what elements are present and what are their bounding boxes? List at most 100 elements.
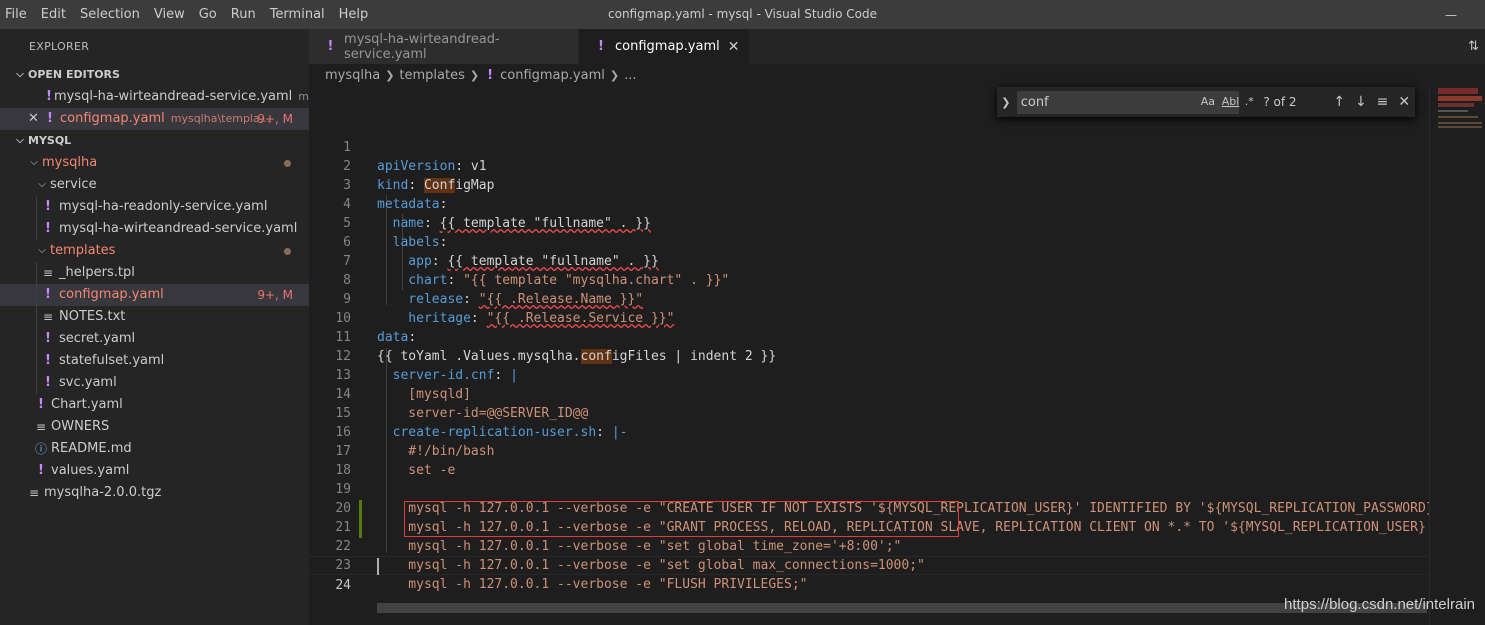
find-in-selection-icon[interactable]: ≡ <box>1372 94 1394 110</box>
file-label: svc.yaml <box>59 375 117 390</box>
menu-bar: File Edit Selection View Go Run Terminal… <box>0 0 375 29</box>
yaml-file-icon: ! <box>38 463 44 478</box>
chevron-right-icon[interactable]: ❯ <box>997 96 1015 109</box>
text-file-icon: ≡ <box>42 266 54 280</box>
yaml-file-icon: ! <box>45 331 51 346</box>
code-line: 16 #!/bin/bash <box>335 425 495 459</box>
title-bar: File Edit Selection View Go Run Terminal… <box>0 0 1485 29</box>
menu-terminal[interactable]: Terminal <box>263 0 332 29</box>
file-item[interactable]: ! secret.yaml <box>0 328 309 350</box>
minimize-icon[interactable]: — <box>1445 8 1459 22</box>
file-item-selected[interactable]: ! configmap.yaml 9+, M <box>0 284 309 306</box>
compare-changes-icon[interactable]: ⇅ <box>1468 39 1479 54</box>
code-line: 17 set -e <box>335 444 456 478</box>
file-item[interactable]: ≡ OWNERS <box>0 416 309 438</box>
file-item[interactable]: ≡ _helpers.tpl <box>0 262 309 284</box>
menu-view[interactable]: View <box>147 0 192 29</box>
horizontal-scrollbar[interactable] <box>377 603 1427 613</box>
modified-dot <box>284 248 291 255</box>
menu-run[interactable]: Run <box>224 0 263 29</box>
file-label: Chart.yaml <box>51 397 123 412</box>
code-line: 1 apiVersion: v1 <box>343 140 487 174</box>
code-line: 3 metadata: <box>343 178 448 212</box>
menu-help[interactable]: Help <box>332 0 376 29</box>
yaml-file-icon: ! <box>45 199 51 214</box>
breadcrumb-item[interactable]: configmap.yaml <box>500 68 605 83</box>
open-editor-item-active[interactable]: ✕ ! configmap.yaml mysqlha\templa... 9+,… <box>0 108 309 130</box>
folder-service[interactable]: ⌵ service <box>0 174 309 196</box>
code-line: 20 mysql -h 127.0.0.1 --verbose -e "GRAN… <box>335 501 1429 535</box>
file-label: OWNERS <box>51 419 110 434</box>
find-input[interactable]: conf Aa Abl .* <box>1016 90 1254 114</box>
file-item[interactable]: ! svc.yaml <box>0 372 309 394</box>
open-editor-item[interactable]: ! mysql-ha-wirteandread-service.yaml mys… <box>0 86 332 108</box>
file-item[interactable]: ≡ NOTES.txt <box>0 306 309 328</box>
whole-word-icon[interactable]: Abl <box>1222 95 1240 108</box>
text-file-icon: ≡ <box>28 486 40 500</box>
file-label: secret.yaml <box>59 331 136 346</box>
yaml-file-icon: ! <box>598 39 604 54</box>
chevron-right-icon: ❯ <box>385 68 395 82</box>
tab-wirteandread-service[interactable]: ! mysql-ha-wirteandread-service.yaml <box>309 29 579 64</box>
file-item[interactable]: ! mysql-ha-wirteandread-service.yaml <box>0 218 309 240</box>
regex-icon[interactable]: .* <box>1245 95 1254 108</box>
close-icon[interactable]: ✕ <box>28 108 42 130</box>
chevron-down-icon: ⌵ <box>16 69 24 80</box>
menu-edit[interactable]: Edit <box>34 0 73 29</box>
file-item[interactable]: ! Chart.yaml <box>0 394 309 416</box>
code-editor[interactable]: 1 apiVersion: v1 2 kind: ConfigMap 3 met… <box>309 86 1429 625</box>
tab-configmap[interactable]: ! configmap.yaml ✕ <box>579 29 751 64</box>
minimap[interactable] <box>1429 86 1485 625</box>
breadcrumb-item[interactable]: ... <box>624 68 636 83</box>
folder-label: templates <box>50 243 116 258</box>
file-item[interactable]: ! statefulset.yaml <box>0 350 309 372</box>
workspace-title: MYSQL <box>28 134 72 147</box>
close-icon[interactable]: ✕ <box>728 39 740 55</box>
file-label: README.md <box>51 441 132 456</box>
file-label: NOTES.txt <box>59 309 126 324</box>
arrow-up-icon[interactable]: ↑ <box>1328 94 1350 110</box>
file-item[interactable]: ⓘ README.md <box>0 438 309 460</box>
close-icon[interactable]: ✕ <box>1393 94 1415 110</box>
yaml-file-icon: ! <box>487 67 494 83</box>
arrow-down-icon[interactable]: ↓ <box>1350 94 1372 110</box>
folder-templates[interactable]: ⌵ templates <box>0 240 309 262</box>
problem-badge: 9+, M <box>257 288 293 302</box>
yaml-file-icon: ! <box>45 353 51 368</box>
open-editors-section[interactable]: ⌵ OPEN EDITORS <box>0 64 309 86</box>
workspace-section[interactable]: ⌵ MYSQL <box>0 130 309 152</box>
file-label: statefulset.yaml <box>59 353 165 368</box>
file-item[interactable]: ! values.yaml <box>0 460 309 482</box>
match-case-icon[interactable]: Aa <box>1201 95 1215 108</box>
code-line: 7 chart: "{{ template "mysqlha.chart" . … <box>343 254 730 288</box>
explorer-header: EXPLORER <box>29 40 90 53</box>
file-item[interactable]: ≡ mysqlha-2.0.0.tgz <box>0 482 309 504</box>
code-line: 2 kind: ConfigMap <box>343 159 495 193</box>
yaml-file-icon: ! <box>45 375 51 390</box>
watermark: https://blog.csdn.net/intelrain <box>1284 596 1475 613</box>
breadcrumb-item[interactable]: mysqlha <box>325 68 380 83</box>
breadcrumb-item[interactable]: templates <box>399 68 464 83</box>
breadcrumb: mysqlha ❯ templates ❯ ! configmap.yaml ❯… <box>309 64 1485 86</box>
code-line: 19 mysql -h 127.0.0.1 --verbose -e "CREA… <box>335 482 1429 516</box>
menu-selection[interactable]: Selection <box>73 0 147 29</box>
file-item[interactable]: ! mysql-ha-readonly-service.yaml <box>0 196 309 218</box>
problem-badge: 9+, M <box>257 112 293 126</box>
chevron-down-icon: ⌵ <box>16 135 24 146</box>
editor-tab-bar: ! mysql-ha-wirteandread-service.yaml ! c… <box>309 29 1485 64</box>
text-file-icon: ≡ <box>35 420 47 434</box>
open-editor-name: configmap.yaml <box>60 111 165 126</box>
folder-mysqlha[interactable]: ⌵ mysqlha <box>0 152 309 174</box>
menu-file[interactable]: File <box>0 0 34 29</box>
folder-label: service <box>50 177 97 192</box>
code-line: 6 app: {{ template "fullname" . }} <box>343 235 659 269</box>
open-editor-name: mysql-ha-wirteandread-service.yaml <box>53 89 293 104</box>
find-widget: ❯ conf Aa Abl .* ? of 2 ↑ ↓ ≡ ✕ <box>997 87 1415 117</box>
text-file-icon: ≡ <box>42 310 54 324</box>
open-editor-path: mysqlha\templa... <box>170 112 271 125</box>
code-line: 11 {{ toYaml .Values.mysqlha.configFiles… <box>335 330 777 364</box>
menu-go[interactable]: Go <box>192 0 224 29</box>
yaml-file-icon: ! <box>45 221 51 236</box>
text-cursor <box>377 558 379 575</box>
file-label: mysqlha-2.0.0.tgz <box>44 485 162 500</box>
